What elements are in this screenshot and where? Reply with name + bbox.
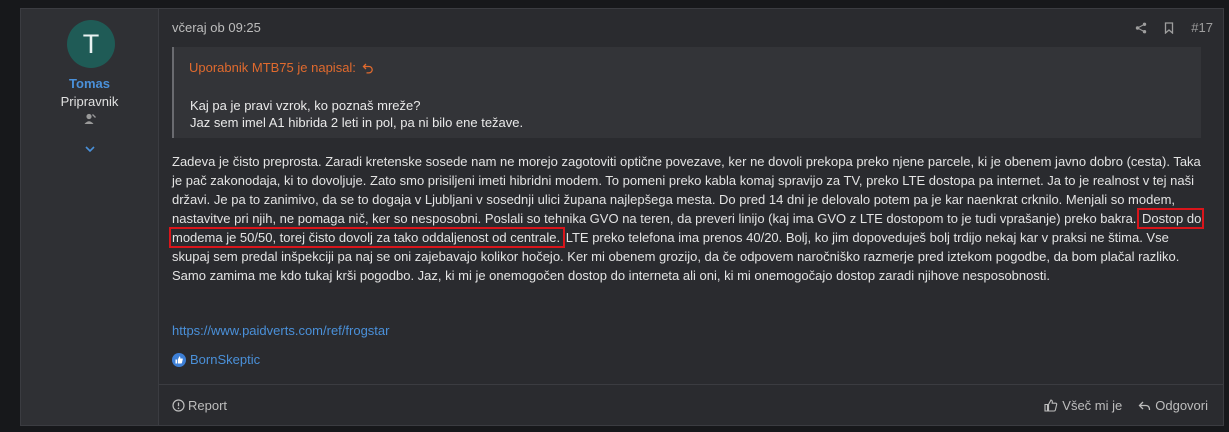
bookmark-icon[interactable] — [1164, 21, 1174, 34]
post-message: Zadeva je čisto preprosta. Zaradi kreten… — [168, 152, 1207, 285]
reply-icon — [1138, 401, 1151, 410]
chevron-down-icon[interactable] — [83, 143, 97, 155]
report-icon — [172, 399, 185, 412]
avatar[interactable]: T — [67, 20, 115, 68]
forum-post: T Tomas Pripravnik včeraj ob 09:25 #17 U… — [20, 8, 1224, 426]
quote-body: Kaj pa je pravi vzrok, ko poznaš mreže? … — [190, 97, 523, 131]
reply-label: Odgovori — [1155, 398, 1208, 413]
like-icon — [172, 352, 186, 367]
message-text: Zadeva je čisto preprosta. Zaradi kreten… — [172, 154, 1201, 226]
username[interactable]: Tomas — [21, 76, 158, 91]
reply-button[interactable]: Odgovori — [1138, 398, 1208, 413]
thumbs-up-icon — [1044, 399, 1058, 412]
post-header-actions: #17 — [1135, 20, 1213, 35]
user-title: Pripravnik — [60, 94, 119, 109]
share-icon[interactable] — [1135, 22, 1147, 34]
signature-link[interactable]: https://www.paidverts.com/ref/frogstar — [172, 323, 389, 338]
like-button[interactable]: Všeč mi je — [1044, 398, 1122, 413]
jump-to-quote-icon[interactable] — [362, 62, 374, 74]
quote-line: Jaz sem imel A1 hibrida 2 leti in pol, p… — [190, 115, 524, 130]
user-badge-icon — [84, 113, 96, 124]
report-label: Report — [188, 398, 228, 413]
reactions-bar: BornSkeptic — [172, 352, 260, 367]
report-button[interactable]: Report — [172, 398, 227, 413]
like-label: Všeč mi je — [1062, 398, 1123, 413]
quote-line: Kaj pa je pravi vzrok, ko poznaš mreže? — [190, 98, 421, 113]
post-footer: Report Všeč mi je Odgovori — [159, 384, 1223, 428]
footer-actions: Všeč mi je Odgovori — [1044, 398, 1208, 413]
quote-header[interactable]: Uporabnik MTB75 je napisal: — [189, 60, 374, 75]
quote-author[interactable]: Uporabnik MTB75 je napisal: — [189, 60, 356, 75]
post-main: včeraj ob 09:25 #17 Uporabnik MTB75 je n… — [159, 9, 1223, 425]
post-number[interactable]: #17 — [1191, 20, 1213, 35]
reaction-user[interactable]: BornSkeptic — [190, 352, 260, 367]
quote-block: Uporabnik MTB75 je napisal: Kaj pa je pr… — [172, 47, 1201, 138]
post-date[interactable]: včeraj ob 09:25 — [172, 20, 261, 35]
user-cell: T Tomas Pripravnik — [21, 9, 159, 425]
